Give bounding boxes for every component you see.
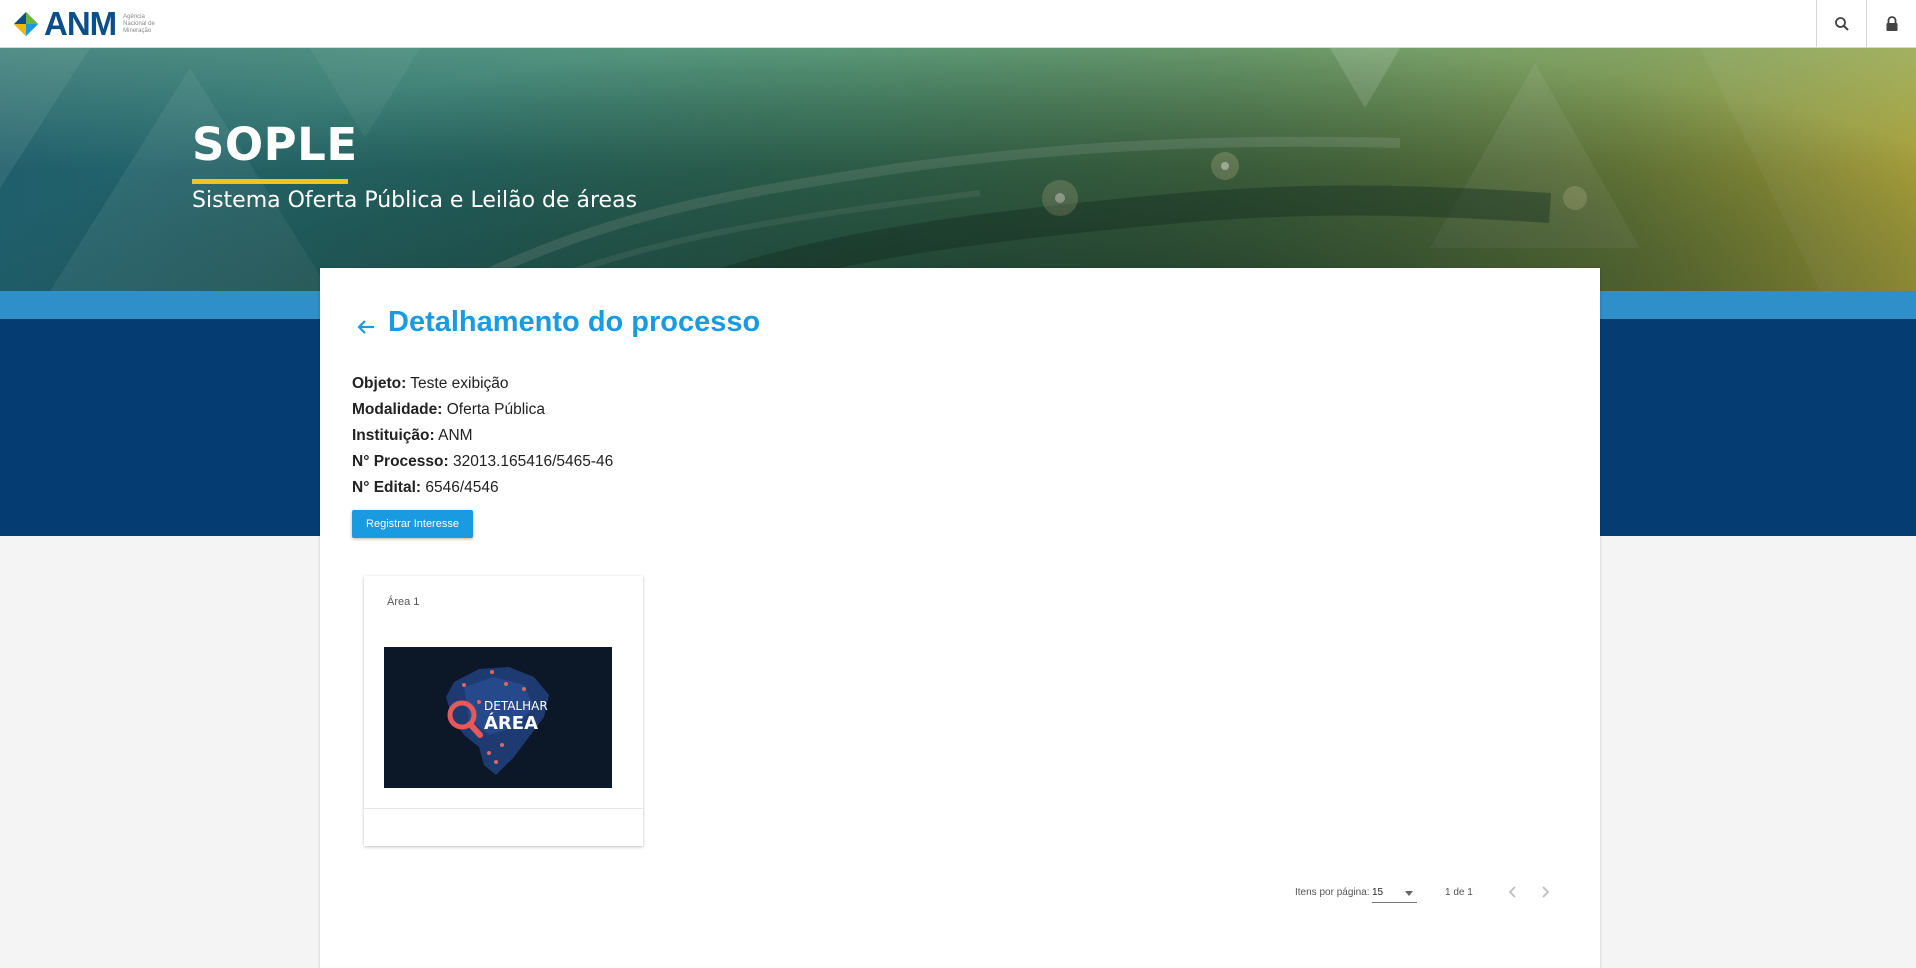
items-per-page-select[interactable]: 15 [1372,882,1417,903]
paginator: Itens por página: 15 1 de 1 [320,880,1600,904]
hero-banner: SOPLE Sistema Oferta Pública e Leilão de… [0,48,1916,291]
system-title: SOPLE [192,118,358,171]
image-text-top: DETALHAR [484,699,548,713]
page-title: Detalhamento do processo [388,306,761,338]
field-edital: N° Edital: 6546/4546 [352,475,613,501]
next-page-icon[interactable] [1535,882,1555,902]
field-objeto: Objeto: Teste exibição [352,371,613,397]
items-per-page-value: 15 [1372,887,1384,898]
area-title: Área 1 [387,596,420,608]
area-card[interactable]: Área 1 DETALHAR ÁREA [364,576,643,846]
title-underline [192,179,348,184]
area-card-divider [364,808,643,809]
field-value: Teste exibição [410,375,509,392]
register-interest-button[interactable]: Registrar Interesse [352,510,473,538]
field-label: N° Edital: [352,479,422,496]
anm-logo-icon [14,12,38,36]
field-label: Modalidade: [352,401,443,418]
image-text-bottom: ÁREA [484,713,539,734]
process-info: Objeto: Teste exibição Modalidade: Ofert… [352,371,613,501]
field-label: N° Processo: [352,453,449,470]
logo-text: ANM [44,5,117,42]
field-processo: N° Processo: 32013.165416/5465-46 [352,449,613,475]
search-icon [1834,17,1849,31]
previous-page-icon[interactable] [1503,882,1523,902]
top-bar: ANM Agência Nacional de Mineração [0,0,1916,48]
logo-subtitle: Agência Nacional de Mineração [123,13,155,34]
items-per-page-label: Itens por página: [1295,887,1370,898]
field-value: 32013.165416/5465-46 [452,453,614,470]
login-button[interactable] [1866,0,1916,48]
field-modalidade: Modalidade: Oferta Pública [352,397,613,423]
dropdown-caret-icon [1405,891,1413,896]
field-value: Oferta Pública [446,401,545,418]
lock-icon [1886,16,1897,31]
field-label: Instituição: [352,427,435,444]
field-value: 6546/4546 [425,479,499,496]
field-instituicao: Instituição: ANM [352,423,613,449]
anm-logo[interactable]: ANM Agência Nacional de Mineração [12,6,163,42]
field-value: ANM [438,427,473,444]
area-detail-image[interactable]: DETALHAR ÁREA [384,647,612,788]
system-subtitle: Sistema Oferta Pública e Leilão de áreas [192,188,638,213]
page-range-label: 1 de 1 [1445,887,1473,898]
process-detail-card: Detalhamento do processo Objeto: Teste e… [320,268,1600,968]
field-label: Objeto: [352,375,407,392]
back-arrow-icon[interactable] [354,315,378,339]
search-button[interactable] [1816,0,1866,48]
